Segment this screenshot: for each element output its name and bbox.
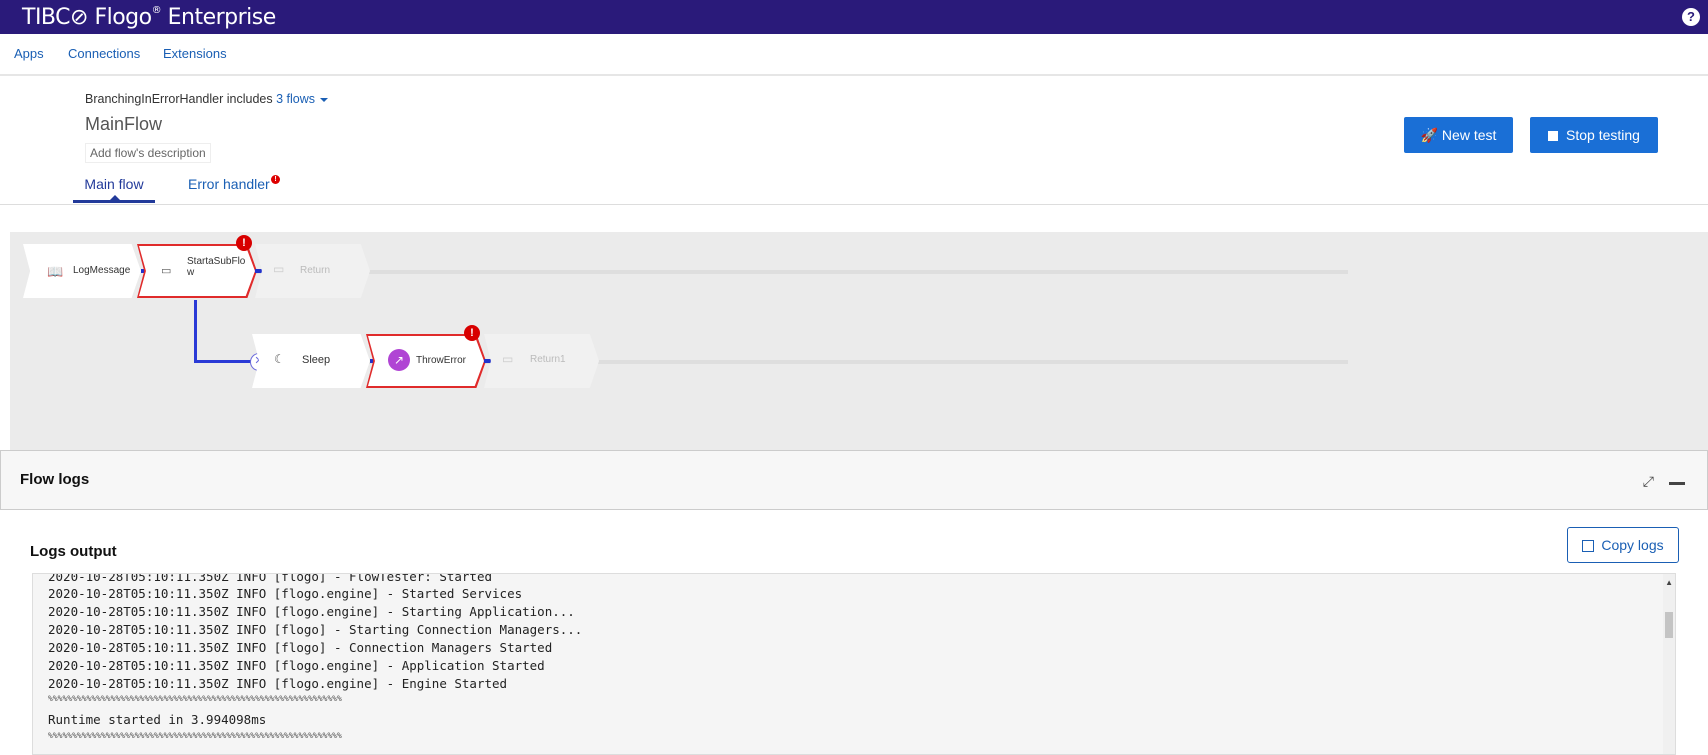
logs-scrollbar[interactable]: ▲ [1663,574,1675,754]
throw-error-icon: ↗ [388,349,410,371]
log-line: 2020-10-28T05:10:11.350Z INFO [flogo] - … [48,622,583,637]
link-connector [255,269,262,273]
app-name: BranchingInErrorHandler includes [85,92,273,106]
log-line: 2020-10-28T05:10:11.350Z INFO [flogo.eng… [48,604,575,619]
log-line: 2020-10-28T05:10:11.350Z INFO [flogo.eng… [48,586,523,601]
copy-icon [1582,540,1595,553]
log-line: 2020-10-28T05:10:11.350Z INFO [flogo.eng… [48,658,545,673]
activity-label: Return1 [530,354,566,365]
stop-icon [1548,131,1559,142]
activity-sleep[interactable]: ☾ Sleep [252,334,370,388]
return-icon: ▭ [502,352,514,366]
new-test-label: New test [1441,127,1497,143]
brand-part-a: TIBC [22,5,71,30]
main-nav: Apps Connections Extensions [0,34,1708,76]
scroll-up-icon[interactable]: ▲ [1665,578,1673,587]
brand-o: ⊘ [70,5,88,30]
nav-extensions[interactable]: Extensions [163,46,227,61]
activity-return1[interactable]: ▭ Return1 [484,334,599,388]
activity-label: ThrowError [416,355,467,366]
brand-part-c: Enterprise [167,5,277,30]
activity-label: StartaSubFlo w [187,256,246,278]
log-line: %%%%%%%%%%%%%%%%%%%%%%%%%%%%%%%%%%%%%%%%… [48,694,342,703]
help-icon[interactable]: ? [1682,8,1700,26]
activity-label: Sleep [302,354,331,366]
copy-logs-button[interactable]: Copy logs [1567,527,1679,563]
branch-line-vertical [194,300,197,363]
sleep-icon: ☾ [274,352,285,366]
logs-output-title: Logs output [30,543,117,560]
activity-label: LogMessage [73,265,131,276]
log-line: 2020-10-28T05:10:11.350Z INFO [flogo] - … [48,640,553,655]
nav-connections[interactable]: Connections [68,46,140,61]
scroll-thumb[interactable] [1665,612,1673,638]
tab-error-handler[interactable]: Error handler [188,176,270,192]
error-indicator-icon: ! [271,175,280,184]
activity-startasubflow[interactable]: ▭ StartaSubFlo w [137,244,257,298]
nav-apps[interactable]: Apps [14,46,44,61]
expand-icon[interactable]: ⤢ [1643,473,1654,490]
activity-logmessage[interactable]: 📖 LogMessage [23,244,141,298]
book-icon: 📖 [47,264,64,279]
flow-description-field[interactable]: Add flow's description [85,143,211,163]
flow-logs-title: Flow logs [20,471,90,488]
log-line: 2020-10-28T05:10:11.350Z INFO [flogo.eng… [48,676,508,691]
top-bar: TIBC⊘ Flogo® Enterprise ? [0,0,1708,34]
tab-main-flow[interactable]: Main flow [73,176,155,203]
brand-part-b: Flogo [94,5,152,30]
chevron-down-icon [320,97,328,102]
stop-testing-label: Stop testing [1566,127,1640,143]
flows-dropdown[interactable]: 3 flows [276,92,328,106]
activity-label: Return [300,265,331,276]
copy-logs-label: Copy logs [1601,537,1664,553]
lane-main [250,270,1348,274]
error-alert-icon: ! [464,325,480,341]
activity-throwerror[interactable]: ↗ ThrowError [366,334,486,388]
stop-testing-button[interactable]: Stop testing [1530,117,1658,153]
log-line: 2020-10-28T05:10:11.350Z INFO [flogo] - … [48,573,493,584]
minimize-icon[interactable] [1669,482,1685,485]
flow-logs-header: Flow logs ⤢ [0,450,1708,510]
new-test-button[interactable]: 🚀 New test [1404,117,1513,153]
subflow-icon: ▭ [161,265,172,277]
error-alert-icon: ! [236,235,252,251]
activity-return[interactable]: ▭ Return [255,244,370,298]
log-line: %%%%%%%%%%%%%%%%%%%%%%%%%%%%%%%%%%%%%%%%… [48,731,342,740]
brand-logo[interactable]: TIBC⊘ Flogo® Enterprise [22,5,276,30]
link-connector [484,359,491,363]
app-breadcrumb: BranchingInErrorHandler includes 3 flows [85,92,328,106]
branch-line-horizontal [194,360,254,363]
log-line: Runtime started in 3.994098ms [48,712,267,727]
logs-output-box[interactable]: 2020-10-28T05:10:11.350Z INFO [flogo] - … [32,573,1676,755]
flow-title[interactable]: MainFlow [85,114,162,135]
return-icon: ▭ [273,262,285,276]
rocket-icon: 🚀 [1420,127,1439,143]
